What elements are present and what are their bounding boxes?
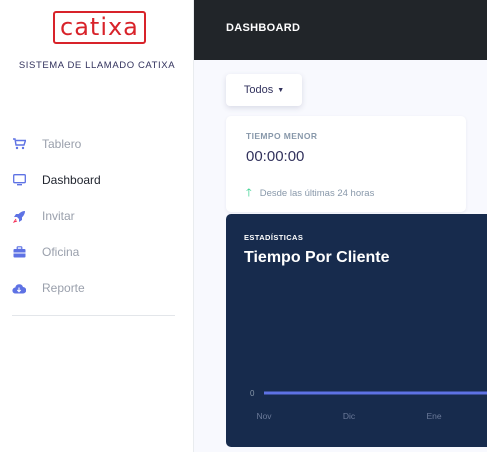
- sidebar-item-dashboard[interactable]: Dashboard: [0, 162, 194, 198]
- monitor-icon: [12, 173, 26, 187]
- logo-text: catixa: [53, 11, 146, 44]
- app-subtitle: SISTEMA DE LLAMADO CATIXA: [18, 60, 176, 71]
- stat-card-footnote: 🡑 Desde las últimas 24 horas: [246, 184, 374, 203]
- sidebar-item-invitar[interactable]: Invitar: [0, 198, 194, 234]
- sidebar-item-label: Dashboard: [42, 173, 101, 187]
- x-tick-label: Ene: [426, 411, 441, 421]
- sidebar-divider: [12, 315, 175, 316]
- header-bar: DASHBOARD: [194, 0, 487, 60]
- cloud-download-icon: [12, 281, 26, 295]
- sidebar-item-oficina[interactable]: Oficina: [0, 234, 194, 270]
- filter-dropdown-label: Todos: [243, 84, 274, 96]
- cart-icon: [12, 137, 26, 151]
- sidebar-item-label: Invitar: [42, 209, 75, 223]
- sidebar-item-reporte[interactable]: Reporte: [0, 270, 194, 306]
- caret-down-icon: ▼: [277, 86, 285, 94]
- sidebar-item-label: Tablero: [42, 137, 82, 151]
- line-chart: 0 Nov Dic Ene: [250, 389, 487, 421]
- filter-dropdown[interactable]: Todos ▼: [226, 74, 302, 106]
- sidebar-item-label: Oficina: [42, 245, 80, 259]
- sidebar-item-tablero[interactable]: Tablero: [0, 126, 194, 162]
- briefcase-icon: [12, 245, 26, 259]
- y-tick-label: 0: [250, 389, 255, 398]
- logo[interactable]: catixa: [53, 11, 146, 44]
- sidebar-nav: Tablero Dashboard Invitar Oficina Report…: [0, 126, 194, 306]
- arrow-up-icon: 🡑: [246, 187, 252, 199]
- chart-overline: ESTADÍSTICAS: [244, 233, 304, 242]
- x-tick-label: Dic: [343, 411, 356, 421]
- stat-card-title: TIEMPO MENOR: [246, 131, 318, 141]
- rocket-icon: [12, 209, 26, 223]
- page-title: DASHBOARD: [226, 22, 301, 34]
- sidebar-item-label: Reporte: [42, 281, 85, 295]
- stat-card: TIEMPO MENOR 00:00:00 🡑 Desde las última…: [226, 116, 466, 212]
- stat-card-value: 00:00:00: [246, 148, 305, 165]
- chart-title: Tiempo Por Cliente: [244, 249, 390, 266]
- x-tick-label: Nov: [256, 411, 272, 421]
- chart-card: ESTADÍSTICAS Tiempo Por Cliente 0 Nov Dic E…: [226, 214, 487, 447]
- sidebar: catixa SISTEMA DE LLAMADO CATIXA Tablero…: [0, 0, 194, 452]
- stat-card-footnote-text: Desde las últimas 24 horas: [259, 188, 375, 199]
